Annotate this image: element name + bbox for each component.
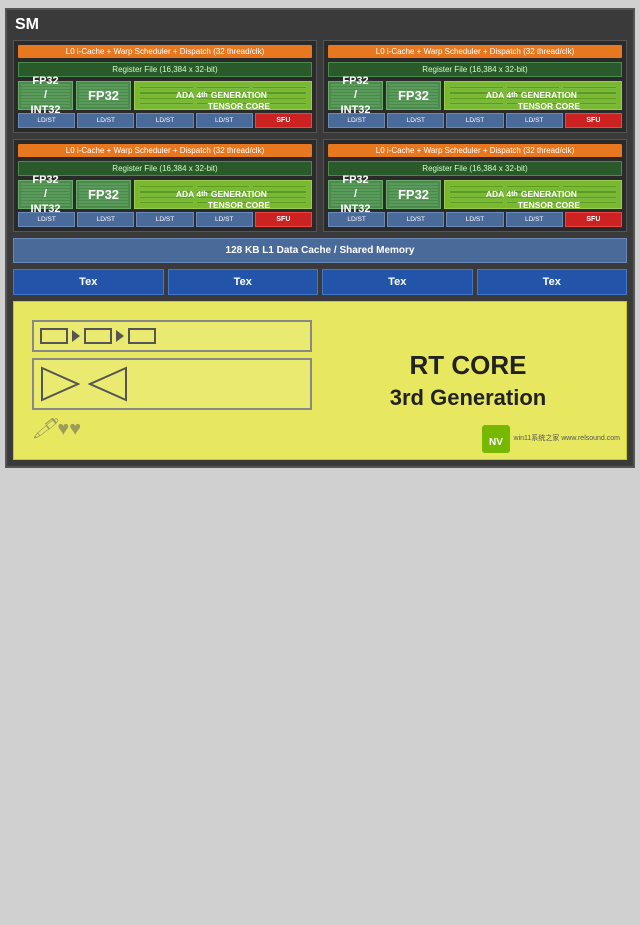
- fp32-int32-block-2: FP32/INT32: [328, 81, 383, 110]
- warp-bar-4: L0 i-Cache + Warp Scheduler + Dispatch (…: [328, 144, 622, 157]
- tensor-block-2: ADA 4thGENERATIONTENSOR CORE: [444, 81, 622, 110]
- svg-text:NV: NV: [489, 437, 503, 448]
- sm-title: SM: [13, 16, 627, 34]
- fp32-int32-label-1: FP32/INT32: [31, 74, 61, 117]
- fp32-int32-label-4: FP32/INT32: [341, 173, 371, 216]
- ld-cell-6: LD/ST: [387, 113, 444, 128]
- sm-block-4: L0 i-Cache + Warp Scheduler + Dispatch (…: [323, 139, 627, 232]
- tex-row: Tex Tex Tex Tex: [13, 269, 627, 295]
- watermark-text: win11系统之家 www.relsound.com: [514, 434, 620, 444]
- ld-cell-4: LD/ST: [196, 113, 253, 128]
- quad-grid: L0 i-Cache + Warp Scheduler + Dispatch (…: [13, 40, 627, 232]
- reg-file-3: Register File (16,384 x 32-bit): [18, 161, 312, 176]
- fp32-int32-label-2: FP32/INT32: [341, 74, 371, 117]
- fp32-block-4: FP32: [386, 180, 441, 209]
- fp32-block-1: FP32: [76, 81, 131, 110]
- fp32-block-3: FP32: [76, 180, 131, 209]
- ld-sfu-row-4: LD/ST LD/ST LD/ST LD/ST SFU: [328, 212, 622, 227]
- ld-sfu-row-1: LD/ST LD/ST LD/ST LD/ST SFU: [18, 113, 312, 128]
- fp32-label-4: FP32: [398, 187, 429, 202]
- tensor-block-4: ADA 4thGENERATIONTENSOR CORE: [444, 180, 622, 209]
- tensor-block-3: ADA 4thGENERATIONTENSOR CORE: [134, 180, 312, 209]
- rt-box-1: [40, 328, 68, 344]
- sm-block-1: L0 i-Cache + Warp Scheduler + Dispatch (…: [13, 40, 317, 133]
- ld-cell-15: LD/ST: [446, 212, 503, 227]
- tex-cell-3: Tex: [322, 269, 473, 295]
- nvidia-logo-icon: NV: [482, 425, 510, 453]
- ld-cell-12: LD/ST: [196, 212, 253, 227]
- cores-area-4: FP32/INT32 FP32: [328, 180, 622, 209]
- rt-core-section: 🖊♥♥ RT CORE 3rd Generation NV win11系统之家 …: [13, 301, 627, 460]
- rt-diagram-1: [32, 320, 312, 352]
- fp32-int32-block-1: FP32/INT32: [18, 81, 73, 110]
- cores-area-3: FP32/INT32 FP32: [18, 180, 312, 209]
- warp-bar-3: L0 i-Cache + Warp Scheduler + Dispatch (…: [18, 144, 312, 157]
- rt-diagrams-area: 🖊♥♥: [24, 312, 320, 449]
- ld-cell-11: LD/ST: [136, 212, 193, 227]
- ld-cell-3: LD/ST: [136, 113, 193, 128]
- sfu-cell-3: SFU: [255, 212, 312, 227]
- rt-triangle-left: [40, 366, 80, 402]
- ld-sfu-row-2: LD/ST LD/ST LD/ST LD/ST SFU: [328, 113, 622, 128]
- ld-cell-10: LD/ST: [77, 212, 134, 227]
- tex-cell-4: Tex: [477, 269, 628, 295]
- fp32-label-3: FP32: [88, 187, 119, 202]
- sfu-cell-4: SFU: [565, 212, 622, 227]
- signature-area: 🖊♥♥: [32, 416, 312, 441]
- reg-file-1: Register File (16,384 x 32-bit): [18, 62, 312, 77]
- ld-cell-8: LD/ST: [506, 113, 563, 128]
- rt-arrow-1: [72, 330, 80, 342]
- fp32-block-2: FP32: [386, 81, 441, 110]
- cores-area-1: FP32/INT32 FP32: [18, 81, 312, 110]
- rt-box-2: [84, 328, 112, 344]
- l1-cache-bar: 128 KB L1 Data Cache / Shared Memory: [13, 238, 627, 263]
- sfu-cell-2: SFU: [565, 113, 622, 128]
- tensor-block-1: ADA 4thGENERATIONTENSOR CORE: [134, 81, 312, 110]
- fp32-int32-block-4: FP32/INT32: [328, 180, 383, 209]
- watermark-area: NV win11系统之家 www.relsound.com: [482, 425, 620, 453]
- rt-arrow-2: [116, 330, 124, 342]
- cores-area-2: FP32/INT32 FP32: [328, 81, 622, 110]
- sm-container: SM L0 i-Cache + Warp Scheduler + Dispatc…: [5, 8, 635, 468]
- rt-triangle-right: [88, 366, 128, 402]
- sm-block-2: L0 i-Cache + Warp Scheduler + Dispatch (…: [323, 40, 627, 133]
- rt-core-text-area: RT CORE 3rd Generation: [320, 350, 616, 412]
- ld-cell-2: LD/ST: [77, 113, 134, 128]
- tex-cell-1: Tex: [13, 269, 164, 295]
- reg-file-4: Register File (16,384 x 32-bit): [328, 161, 622, 176]
- rt-diagram-2: [32, 358, 312, 410]
- ld-cell-14: LD/ST: [387, 212, 444, 227]
- ld-cell-16: LD/ST: [506, 212, 563, 227]
- rt-core-sub: 3rd Generation: [320, 385, 616, 411]
- ld-sfu-row-3: LD/ST LD/ST LD/ST LD/ST SFU: [18, 212, 312, 227]
- rt-box-3: [128, 328, 156, 344]
- fp32-int32-block-3: FP32/INT32: [18, 180, 73, 209]
- ld-cell-7: LD/ST: [446, 113, 503, 128]
- warp-bar-2: L0 i-Cache + Warp Scheduler + Dispatch (…: [328, 45, 622, 58]
- fp32-label-2: FP32: [398, 88, 429, 103]
- reg-file-2: Register File (16,384 x 32-bit): [328, 62, 622, 77]
- fp32-int32-label-3: FP32/INT32: [31, 173, 61, 216]
- rt-core-title: RT CORE: [320, 350, 616, 381]
- fp32-label-1: FP32: [88, 88, 119, 103]
- warp-bar-1: L0 i-Cache + Warp Scheduler + Dispatch (…: [18, 45, 312, 58]
- sfu-cell-1: SFU: [255, 113, 312, 128]
- tex-cell-2: Tex: [168, 269, 319, 295]
- sm-block-3: L0 i-Cache + Warp Scheduler + Dispatch (…: [13, 139, 317, 232]
